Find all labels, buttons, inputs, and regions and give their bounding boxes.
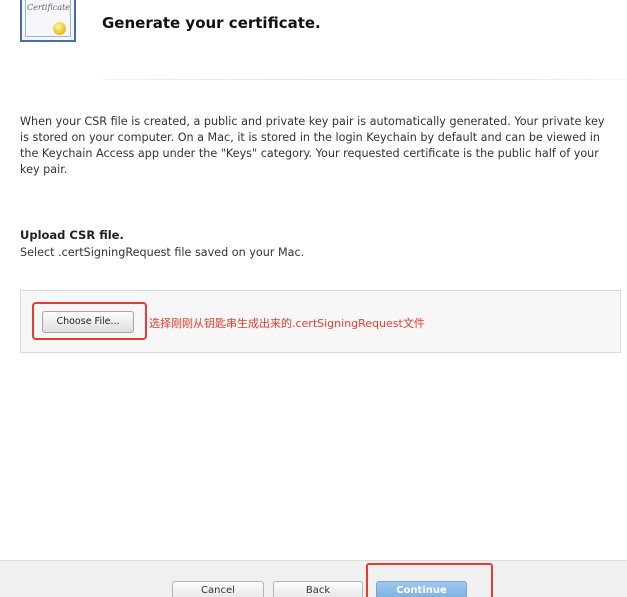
certificate-icon: Certificate	[20, 0, 76, 42]
upload-section-title: Upload CSR file.	[20, 228, 124, 242]
upload-section-subtitle: Select .certSigningRequest file saved on…	[20, 246, 305, 259]
intro-paragraph: When your CSR file is created, a public …	[20, 115, 605, 176]
certificate-script-text: Certificate	[27, 3, 70, 12]
back-button[interactable]: Back	[273, 581, 363, 597]
continue-highlight-box	[366, 563, 493, 597]
page-title: Generate your certificate.	[102, 14, 321, 32]
certificate-seal-icon	[53, 22, 66, 35]
header-divider	[102, 79, 627, 80]
page: Certificate Generate your certificate. W…	[0, 0, 627, 597]
choose-file-annotation: 选择刚刚从钥匙串生成出来的.certSigningRequest文件	[149, 317, 425, 330]
cancel-button[interactable]: Cancel	[172, 581, 264, 597]
choose-file-highlight-box	[32, 302, 147, 340]
